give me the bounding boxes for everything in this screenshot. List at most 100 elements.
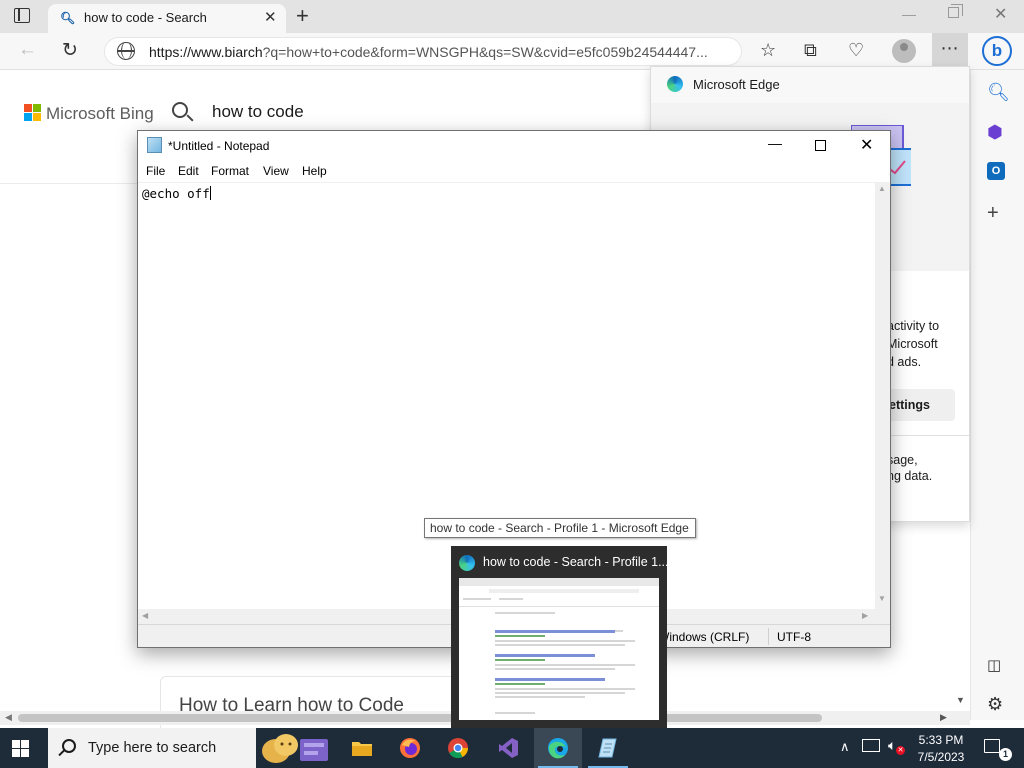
notepad-text-area[interactable]: @echo off — [138, 182, 875, 609]
browser-tab-bar: 🔍︎ how to code - Search ✕ + — ✕ — [0, 0, 1024, 33]
menu-format[interactable]: Format — [211, 164, 249, 178]
scroll-right-arrow-icon[interactable]: ▶ — [862, 611, 868, 620]
collections-icon[interactable]: ⧉ — [804, 40, 817, 61]
flyout-header: Microsoft Edge — [651, 67, 969, 103]
status-divider — [768, 628, 769, 645]
address-bar[interactable]: https://www.biarch?q=how+to+code&form=WN… — [104, 37, 742, 66]
profile-avatar-icon[interactable] — [892, 39, 916, 63]
sidebar-split-screen-icon[interactable]: ◫ — [987, 656, 1001, 674]
notepad-titlebar[interactable]: *Untitled - Notepad — ✕ — [138, 131, 890, 160]
menu-edit[interactable]: Edit — [178, 164, 199, 178]
network-icon[interactable] — [862, 739, 880, 752]
notification-center-icon[interactable] — [984, 739, 1000, 753]
taskbar-chrome[interactable] — [434, 728, 482, 768]
settings-and-more-button[interactable]: ⋯ — [932, 33, 968, 70]
flyout-text: ng data. — [887, 469, 933, 483]
taskbar-search-placeholder: Type here to search — [88, 740, 217, 756]
windows-taskbar: Type here to search ∧ 🔈︎ ✕ 5:33 PM 7/5/2… — [0, 728, 1024, 768]
chrome-icon — [448, 738, 469, 759]
favorites-star-icon[interactable]: ☆ — [760, 40, 776, 61]
volume-muted-badge-icon: ✕ — [896, 746, 905, 755]
sidebar-search-icon[interactable]: 🔍︎ — [987, 82, 1010, 103]
flyout-text: d ads. — [887, 355, 922, 369]
notepad-title: *Untitled - Notepad — [168, 139, 270, 153]
scroll-down-arrow-icon[interactable]: ▼ — [956, 695, 965, 705]
refresh-button[interactable]: ↻ — [62, 39, 78, 62]
sidebar-add-icon[interactable]: + — [987, 202, 999, 225]
edge-logo-icon — [667, 76, 683, 92]
folder-icon — [352, 742, 372, 756]
edge-logo-icon — [459, 555, 475, 571]
taskbar-edge[interactable] — [534, 728, 582, 768]
taskbar-search-box[interactable]: Type here to search — [48, 728, 256, 768]
tooltip-text: how to code - Search - Profile 1 - Micro… — [430, 521, 689, 535]
scroll-left-arrow-icon[interactable]: ◀ — [5, 712, 12, 723]
text-caret — [209, 186, 211, 200]
bing-copilot-icon[interactable]: b — [982, 36, 1012, 66]
sidebar-settings-gear-icon[interactable]: ⚙ — [987, 694, 1003, 715]
scroll-left-arrow-icon[interactable]: ◀ — [142, 611, 148, 620]
status-encoding: UTF-8 — [777, 630, 811, 644]
notepad-vertical-scrollbar[interactable]: ▲ ▼ — [875, 182, 890, 609]
taskbar-file-explorer[interactable] — [338, 728, 386, 768]
visual-studio-icon — [499, 738, 518, 758]
clock-date[interactable]: 7/5/2023 — [914, 750, 968, 764]
browser-tab-active[interactable]: 🔍︎ how to code - Search ✕ — [48, 4, 286, 33]
preview-title: how to code - Search - Profile 1... — [483, 555, 669, 569]
sidebar-outlook-icon[interactable]: O — [987, 162, 1005, 180]
browser-essentials-heart-icon[interactable]: ♡ — [848, 40, 864, 61]
bing-search-input[interactable]: how to code — [212, 102, 304, 122]
scroll-right-arrow-icon[interactable]: ▶ — [940, 712, 947, 723]
firefox-icon — [400, 738, 420, 758]
taskbar-firefox[interactable] — [386, 728, 434, 768]
window-close-button[interactable]: ✕ — [994, 4, 1007, 24]
taskbar-visual-studio[interactable] — [484, 728, 532, 768]
notepad-maximize-button[interactable] — [815, 140, 826, 151]
scrollbar-thumb[interactable] — [18, 714, 822, 722]
taskbar-notepad[interactable] — [584, 728, 632, 768]
scroll-up-arrow-icon[interactable]: ▲ — [878, 184, 886, 193]
clock-time[interactable]: 5:33 PM — [918, 733, 964, 747]
notepad-icon — [598, 738, 617, 758]
site-info-globe-icon[interactable] — [117, 42, 135, 60]
flyout-text: sage, — [887, 453, 918, 467]
preview-thumbnail[interactable] — [459, 578, 659, 720]
notepad-app-icon[interactable] — [147, 137, 162, 153]
notification-count-badge: 1 — [999, 748, 1012, 761]
status-line-ending: Windows (CRLF) — [658, 630, 750, 644]
search-result-card: How to Learn how to Code — [160, 676, 480, 736]
scroll-down-arrow-icon[interactable]: ▼ — [878, 594, 886, 603]
taskbar-tooltip: how to code - Search - Profile 1 - Micro… — [424, 518, 696, 538]
flyout-title: Microsoft Edge — [693, 77, 780, 92]
notepad-close-button[interactable]: ✕ — [860, 135, 873, 155]
bing-search-favicon-icon: 🔍︎ — [60, 11, 76, 25]
search-highlight-widget-icon[interactable] — [258, 731, 332, 765]
window-minimize-button[interactable]: — — [902, 6, 916, 22]
browser-toolbar: ← ↻ https://www.biarch?q=how+to+code&for… — [0, 33, 1024, 70]
tab-actions-icon[interactable] — [14, 8, 30, 23]
back-button[interactable]: ← — [18, 39, 37, 61]
notepad-menubar: File Edit Format View Help — [138, 160, 890, 182]
tray-show-hidden-icon[interactable]: ∧ — [840, 739, 850, 755]
scrollbar-corner — [875, 609, 890, 624]
tab-title: how to code - Search — [84, 10, 207, 25]
menu-view[interactable]: View — [263, 164, 289, 178]
windows-start-icon[interactable] — [12, 740, 30, 757]
notepad-content[interactable]: @echo off — [142, 186, 211, 201]
menu-file[interactable]: File — [146, 164, 165, 178]
bing-search-icon[interactable] — [172, 102, 188, 118]
sidebar-tools-icon[interactable]: ⬢ — [987, 122, 1003, 143]
flyout-text: activity to — [887, 319, 940, 333]
edge-sidebar: 🔍︎ ⬢ O + ◫ ⚙ — [970, 70, 1024, 720]
notepad-minimize-button[interactable]: — — [768, 135, 782, 151]
tab-close-icon[interactable]: ✕ — [264, 8, 277, 26]
search-icon — [62, 739, 76, 753]
edge-taskbar-preview[interactable]: how to code - Search - Profile 1... — [451, 546, 669, 728]
flyout-text: Microsoft — [887, 337, 938, 351]
window-restore-button[interactable] — [948, 4, 963, 18]
new-tab-button[interactable]: + — [296, 3, 309, 29]
bing-brand[interactable]: Microsoft Bing — [46, 104, 154, 124]
url-text[interactable]: https://www.biarch?q=how+to+code&form=WN… — [149, 44, 729, 60]
menu-help[interactable]: Help — [302, 164, 327, 178]
edge-icon — [548, 738, 568, 759]
